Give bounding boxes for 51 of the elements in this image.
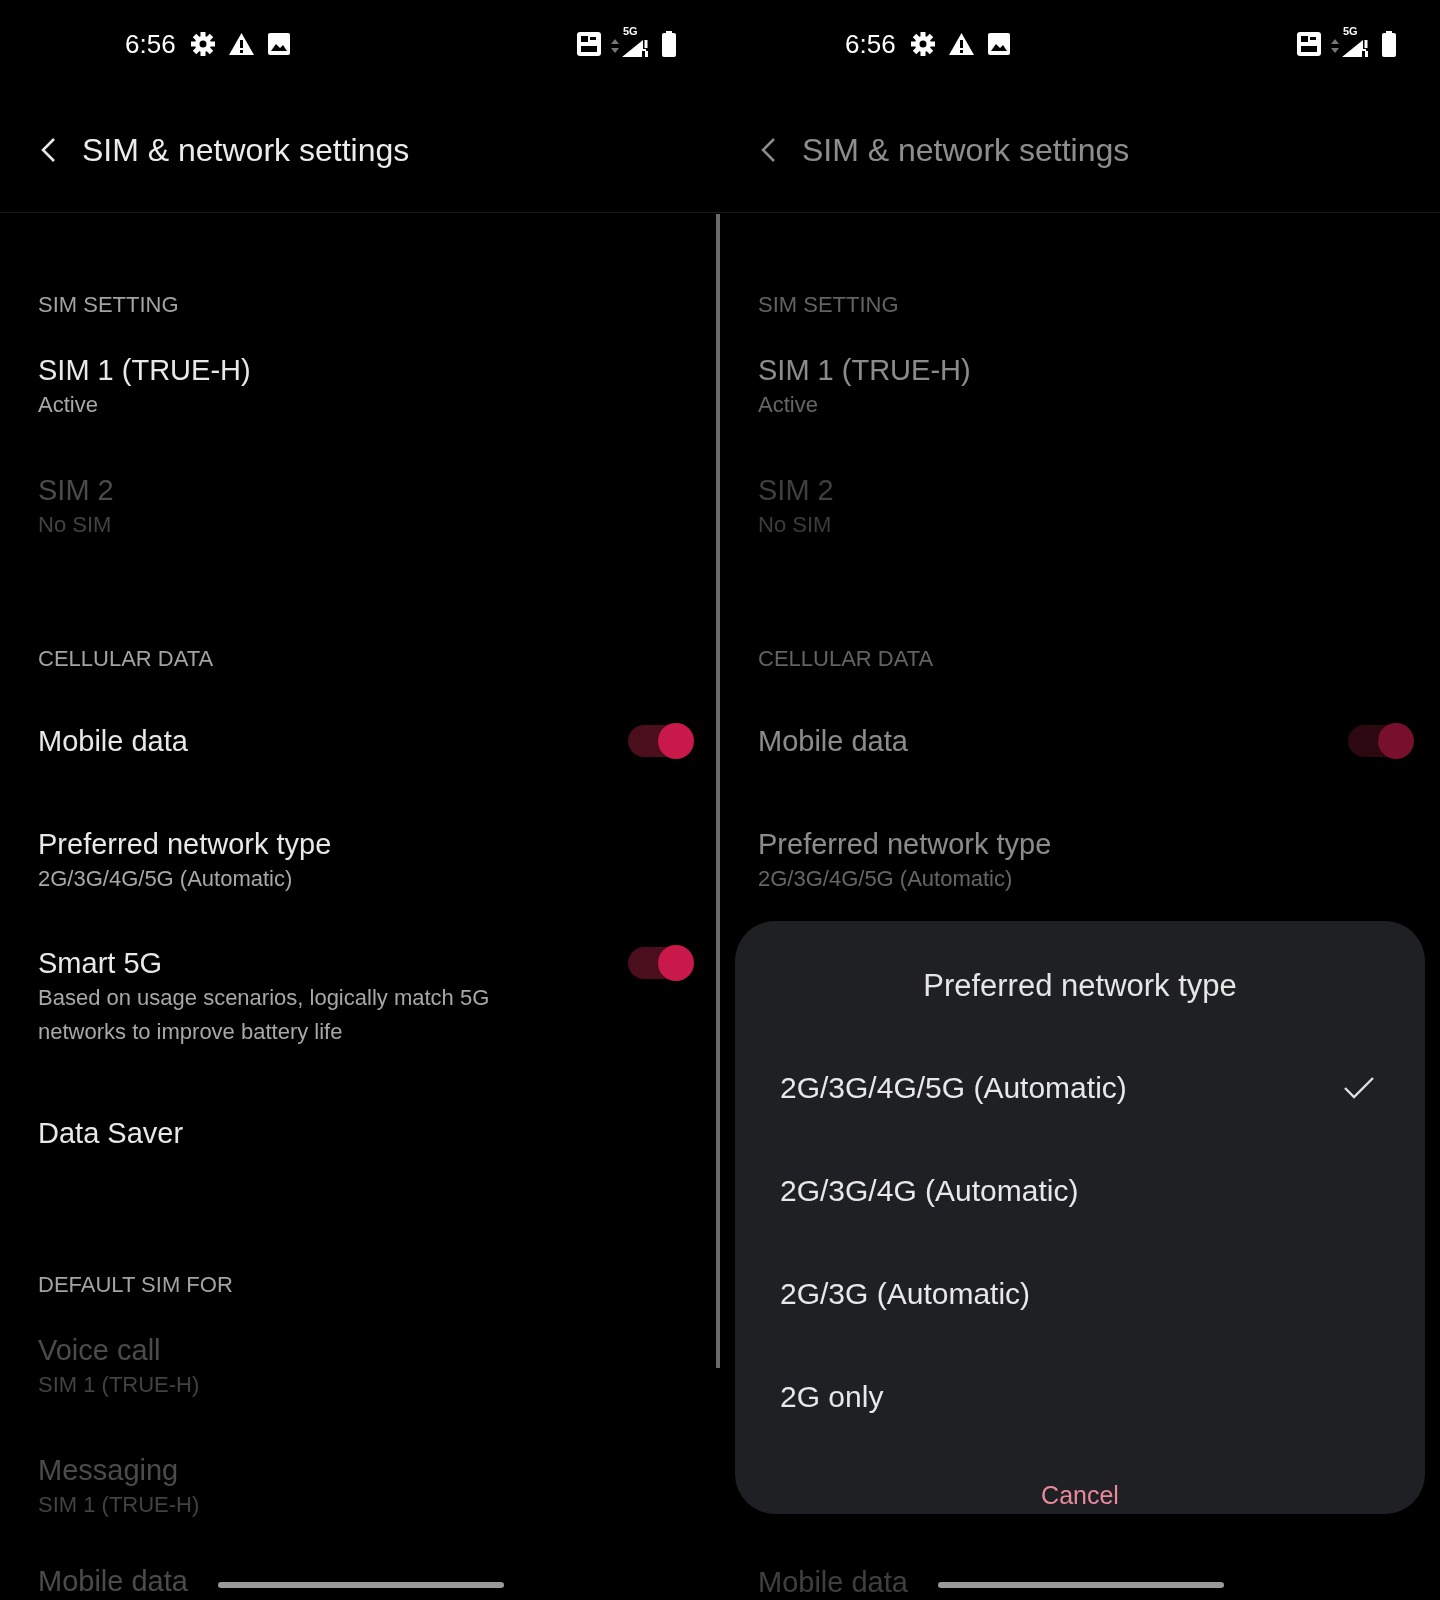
setting-title[interactable]: Preferred network type bbox=[38, 826, 332, 862]
home-indicator[interactable] bbox=[938, 1582, 1224, 1588]
setting-summary: SIM 1 (TRUE-H) bbox=[38, 1371, 200, 1399]
dialog-title: Preferred network type bbox=[922, 967, 1238, 1005]
setting-summary: 2G/3G/4G/5G (Automatic) bbox=[758, 865, 1014, 893]
section-header: DEFAULT SIM FOR bbox=[38, 1271, 234, 1299]
status-time: 6:56 bbox=[845, 27, 896, 61]
warning-icon bbox=[947, 32, 975, 56]
section-header: CELLULAR DATA bbox=[38, 645, 215, 673]
option-item[interactable]: 2G/3G (Automatic) bbox=[735, 1242, 1425, 1345]
arrows-icon bbox=[611, 39, 619, 53]
image-icon bbox=[267, 33, 290, 55]
home-indicator[interactable] bbox=[218, 1582, 504, 1588]
toggle-switch[interactable] bbox=[628, 945, 694, 981]
screen-title: SIM & network settings bbox=[802, 131, 1130, 170]
setting-title[interactable]: Smart 5G bbox=[38, 945, 558, 981]
setting-title[interactable]: Data Saver bbox=[38, 1115, 184, 1151]
cancel-button[interactable]: Cancel bbox=[1031, 1476, 1129, 1514]
setting-summary: Active bbox=[38, 391, 99, 419]
option-item[interactable]: 2G only bbox=[735, 1345, 1425, 1448]
network-type: 5G bbox=[623, 25, 638, 37]
setting-summary: No SIM bbox=[758, 511, 833, 539]
network-type: 5G bbox=[1343, 25, 1358, 37]
status-badge-icon bbox=[1297, 32, 1321, 56]
setting-title[interactable]: Mobile data bbox=[38, 723, 188, 759]
setting-summary: Based on usage scenarios, logically match 5G networks to improve battery life bbox=[38, 984, 491, 1046]
image-icon bbox=[987, 33, 1010, 55]
toggle-switch[interactable] bbox=[628, 723, 694, 759]
setting-title[interactable]: Mobile data bbox=[758, 723, 908, 759]
section-header: CELLULAR DATA bbox=[758, 645, 935, 673]
setting-summary: SIM 1 (TRUE-H) bbox=[38, 1491, 200, 1519]
setting-summary: Active bbox=[758, 391, 819, 419]
setting-summary: No SIM bbox=[38, 511, 113, 539]
status-badge-icon bbox=[577, 32, 601, 56]
arrows-icon bbox=[1331, 39, 1339, 53]
setting-summary: 2G/3G/4G/5G (Automatic) bbox=[38, 865, 294, 893]
option-item[interactable]: 2G/3G/4G (Automatic) bbox=[735, 1139, 1425, 1242]
gear-icon bbox=[189, 31, 216, 57]
screen-title: SIM & network settings bbox=[82, 131, 410, 170]
setting-title[interactable]: SIM 1 (TRUE-H) bbox=[758, 352, 971, 388]
setting-title[interactable]: SIM 1 (TRUE-H) bbox=[38, 352, 251, 388]
setting-title[interactable]: Preferred network type bbox=[758, 826, 1052, 862]
status-time: 6:56 bbox=[125, 27, 176, 61]
gear-icon bbox=[909, 31, 936, 57]
section-header: SIM SETTING bbox=[758, 291, 900, 319]
battery-icon bbox=[1382, 31, 1396, 57]
toggle-switch[interactable] bbox=[1348, 723, 1414, 759]
section-header: SIM SETTING bbox=[38, 291, 180, 319]
option-item[interactable]: 2G/3G/4G/5G (Automatic) bbox=[735, 1036, 1425, 1139]
warning-icon bbox=[227, 32, 255, 56]
battery-icon bbox=[662, 31, 676, 57]
